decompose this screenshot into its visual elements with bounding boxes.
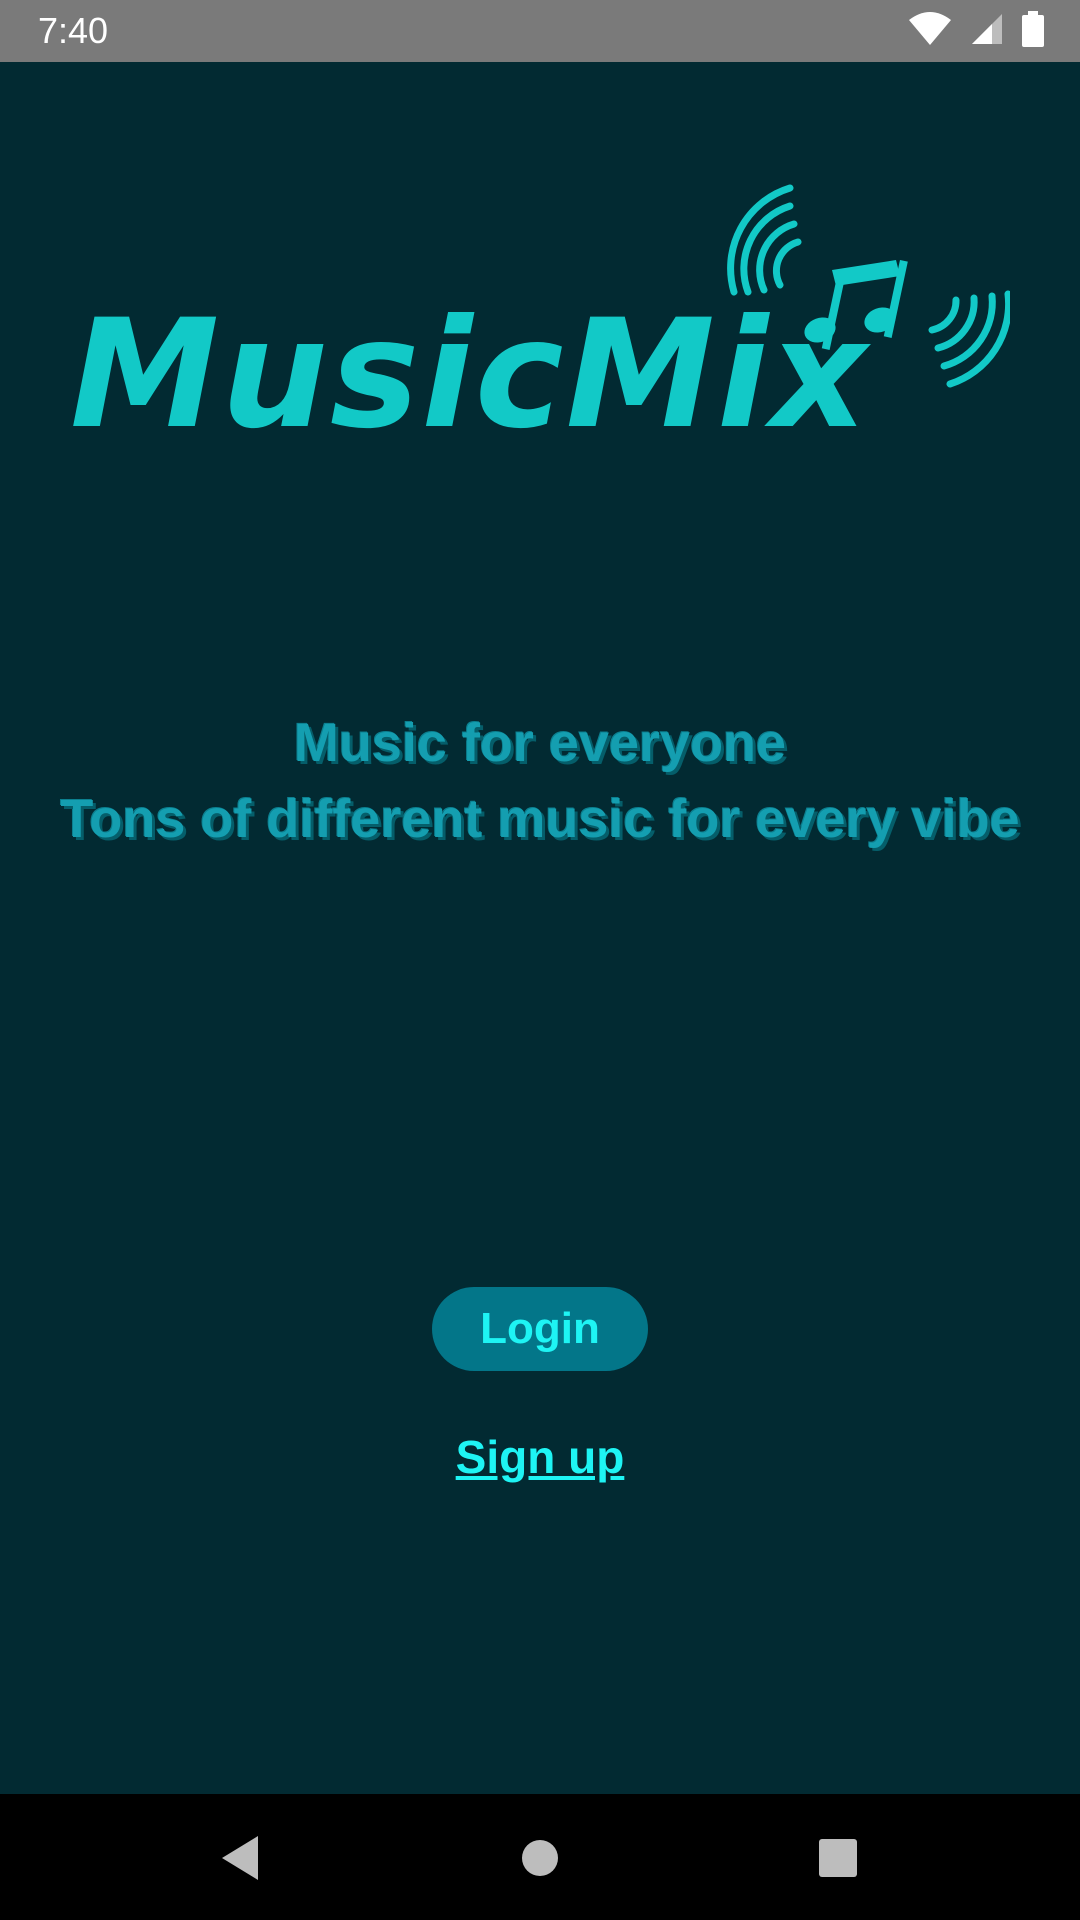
back-icon[interactable] (208, 1826, 272, 1890)
recents-icon[interactable] (806, 1826, 870, 1890)
screen: 7:40 MusicMix Music for everyone Tons of… (0, 0, 1080, 1920)
status-time: 7:40 (38, 10, 109, 51)
login-button[interactable]: Login (432, 1287, 648, 1371)
signup-link-row: Sign up (0, 1430, 1080, 1484)
tagline-title: Music for everyone (293, 713, 787, 773)
tagline-subtitle: Tons of different music for every vibe (60, 789, 1020, 849)
signup-link[interactable]: Sign up (450, 1431, 631, 1483)
music-note-sound-waves-icon (720, 180, 1013, 440)
cellular-signal-icon (970, 12, 1004, 51)
navigation-bar (0, 1794, 1080, 1920)
wifi-icon (908, 11, 952, 51)
status-icons (908, 10, 1044, 52)
status-bar: 7:40 (0, 0, 1080, 62)
battery-icon (1022, 10, 1044, 52)
app-logo: MusicMix (60, 180, 1013, 480)
home-icon[interactable] (508, 1826, 572, 1890)
